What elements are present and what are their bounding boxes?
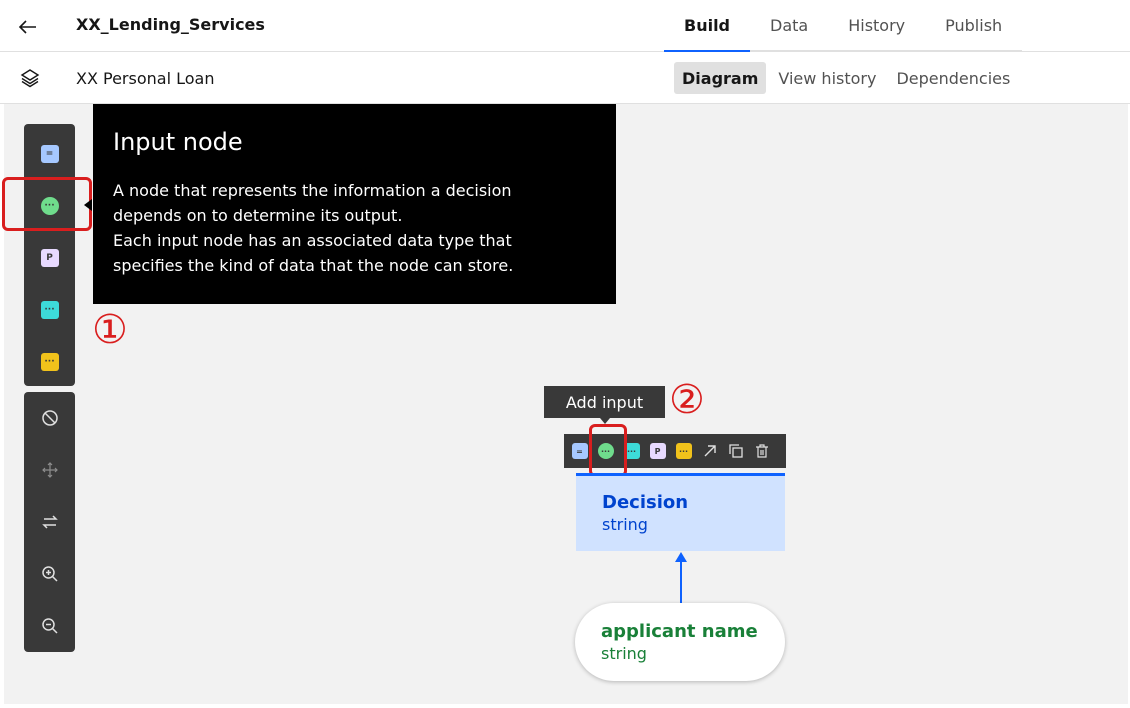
add-annotation-node-button[interactable]: ··· <box>24 342 75 382</box>
block-button[interactable] <box>24 398 75 438</box>
tab-history[interactable]: History <box>828 0 926 52</box>
toolbar-add-prediction-button[interactable]: P <box>646 437 669 465</box>
input-node-tooltip: Input node A node that represents the in… <box>93 104 616 304</box>
top-header: XX_Lending_Services Build Data History P… <box>0 0 1130 52</box>
canvas-tools <box>24 392 75 652</box>
prediction-node-icon: P <box>40 249 59 267</box>
step-1-callout: ① <box>92 307 128 353</box>
layers-icon <box>20 69 40 88</box>
tooltip-title: Input node <box>113 128 243 156</box>
input-node-name: applicant name <box>601 621 758 642</box>
arrow-up-right-icon <box>704 445 716 457</box>
highlight-box <box>589 424 627 477</box>
app-title: XX_Lending_Services <box>76 15 265 34</box>
move-icon <box>41 462 58 478</box>
back-button[interactable] <box>10 12 46 42</box>
copy-icon <box>728 444 743 458</box>
swap-icon <box>41 515 58 529</box>
toolbar-add-decision-button[interactable]: = <box>568 437 591 465</box>
add-knowledge-node-button[interactable]: ··· <box>24 290 75 330</box>
input-node[interactable]: applicant name string <box>575 603 785 681</box>
zoom-in-icon <box>41 566 58 582</box>
layers-button[interactable] <box>18 66 42 90</box>
connector-line <box>680 560 682 604</box>
tooltip-pointer <box>84 199 92 211</box>
view-tabs: Diagram View history Dependencies <box>674 62 1018 94</box>
zoom-out-button[interactable] <box>24 606 75 646</box>
decision-node-name: Decision <box>602 492 689 513</box>
model-title: XX Personal Loan <box>76 69 215 88</box>
main-tabs: Build Data History Publish <box>664 0 1023 52</box>
arrow-left-icon <box>18 20 36 34</box>
annotation-node-icon: ··· <box>675 443 692 459</box>
decision-node-icon: = <box>40 145 59 163</box>
tab-dependencies[interactable]: Dependencies <box>888 62 1018 94</box>
step-2-callout: ② <box>669 377 705 423</box>
toolbar-copy-button[interactable] <box>724 437 747 465</box>
tab-publish[interactable]: Publish <box>925 0 1023 52</box>
tooltip-description: A node that represents the information a… <box>113 181 514 275</box>
sub-header: XX Personal Loan Diagram View history De… <box>0 52 1130 104</box>
tab-view-history[interactable]: View history <box>770 62 884 94</box>
zoom-in-button[interactable] <box>24 554 75 594</box>
trash-icon <box>755 444 768 458</box>
block-icon <box>41 410 58 426</box>
move-button[interactable] <box>24 450 75 490</box>
toolbar-delete-button[interactable] <box>750 437 773 465</box>
decision-node[interactable]: Decision string <box>576 473 785 551</box>
zoom-out-icon <box>41 618 58 634</box>
add-decision-node-button[interactable]: = <box>24 134 75 174</box>
node-palette: = ··· P ··· ··· <box>24 124 75 386</box>
decision-node-icon: = <box>571 443 588 459</box>
knowledge-node-icon: ··· <box>40 301 59 319</box>
annotation-node-icon: ··· <box>40 353 59 371</box>
prediction-node-icon: P <box>649 443 666 459</box>
tab-build[interactable]: Build <box>664 0 751 52</box>
toolbar-connect-button[interactable] <box>698 437 721 465</box>
decision-node-type: string <box>602 515 648 534</box>
toolbar-add-annotation-button[interactable]: ··· <box>672 437 695 465</box>
swap-button[interactable] <box>24 502 75 542</box>
add-prediction-node-button[interactable]: P <box>24 238 75 278</box>
tab-diagram[interactable]: Diagram <box>674 62 767 94</box>
highlight-box <box>2 177 92 231</box>
add-input-tooltip: Add input <box>544 386 665 424</box>
input-node-type: string <box>601 644 647 663</box>
tab-data[interactable]: Data <box>750 0 829 52</box>
